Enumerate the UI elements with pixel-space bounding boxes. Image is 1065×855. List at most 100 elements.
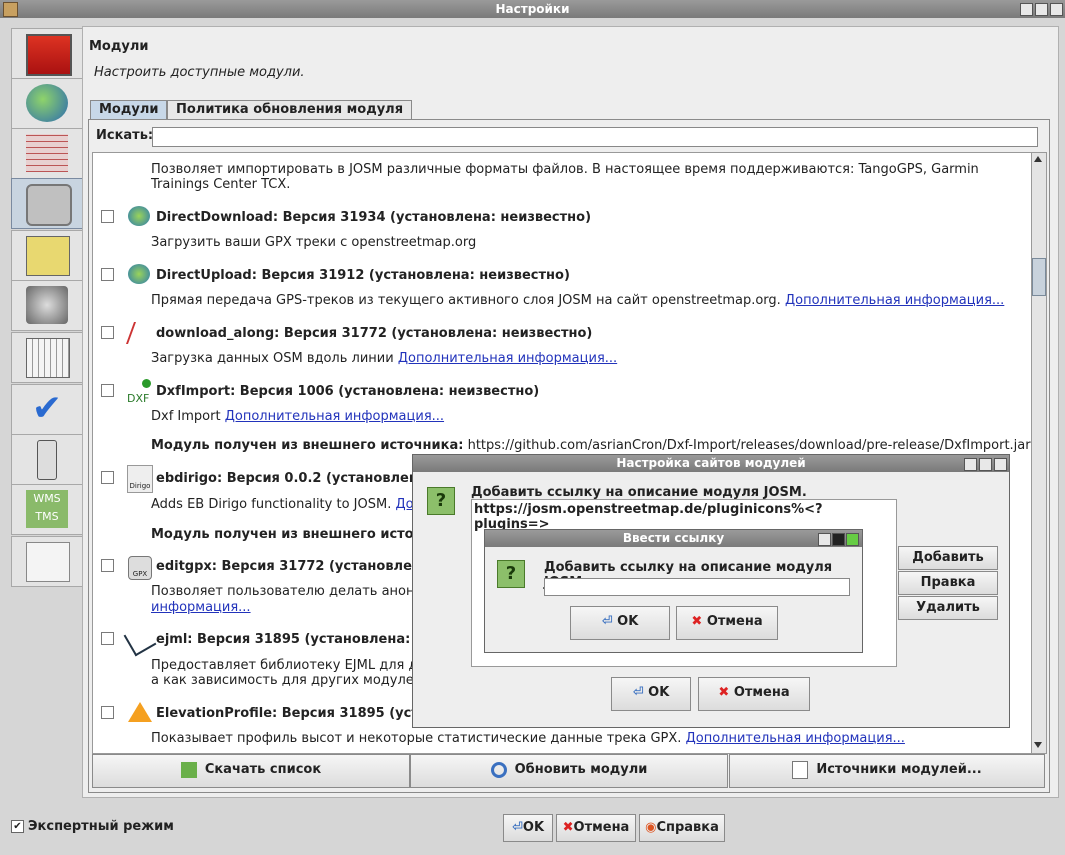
plugin-title-editgpx: editgpx: Версия 31772 (установле bbox=[156, 559, 412, 574]
plugin-title-elevationprofile: ElevationProfile: Версия 31895 (устан bbox=[156, 706, 437, 721]
help-label: Справка bbox=[656, 820, 719, 835]
link-dialog-minimize[interactable] bbox=[818, 533, 831, 546]
link-cancel-label: Отмена bbox=[706, 614, 763, 629]
plugin-checkbox-download-along[interactable] bbox=[101, 326, 114, 339]
tab-plugins[interactable]: Модули bbox=[90, 100, 168, 119]
directdownload-icon bbox=[128, 206, 150, 226]
more-info-link[interactable]: Дополнительная информация... bbox=[785, 293, 1004, 308]
expert-mode-label: Экспертный режим bbox=[28, 819, 174, 834]
plugin-intro-2: Trainings Center TCX. bbox=[151, 177, 291, 192]
plugin-sources-button[interactable]: Источники модулей... bbox=[729, 754, 1045, 788]
close-button[interactable] bbox=[1050, 3, 1063, 16]
sites-cancel-label: Отмена bbox=[733, 685, 790, 700]
sites-ok-button[interactable]: ⏎ OK bbox=[611, 677, 691, 711]
window-title: Настройки bbox=[495, 2, 570, 16]
link-ok-button[interactable]: ⏎ OK bbox=[570, 606, 670, 640]
plugin-checkbox-dxfimport[interactable] bbox=[101, 384, 114, 397]
sites-dialog-prompt: Добавить ссылку на описание модуля JOSM. bbox=[471, 485, 807, 500]
ok-button[interactable]: ⏎OK bbox=[503, 814, 553, 842]
plugin-desc-elevationprofile: Показывает профиль высот и некоторые ста… bbox=[151, 731, 905, 746]
plugin-desc-dxfimport: Dxf Import Дополнительная информация... bbox=[151, 409, 444, 424]
plugin-checkbox-directupload[interactable] bbox=[101, 268, 114, 281]
link-dialog-title: Ввести ссылку bbox=[622, 531, 725, 545]
download-list-button[interactable]: Скачать список bbox=[92, 754, 410, 788]
cancel-button[interactable]: ✖Отмена bbox=[556, 814, 636, 842]
scrollbar-thumb[interactable] bbox=[1032, 258, 1046, 296]
plugin-checkbox-editgpx[interactable] bbox=[101, 559, 114, 572]
window-titlebar: Настройки bbox=[0, 0, 1065, 18]
advanced-wrench-icon bbox=[26, 542, 70, 582]
scroll-down-arrow-icon[interactable] bbox=[1034, 742, 1042, 748]
sidebar-item-projection[interactable] bbox=[11, 128, 83, 179]
plugin-checkbox-ejml[interactable] bbox=[101, 632, 114, 645]
plugin-list-scrollbar[interactable] bbox=[1031, 152, 1047, 754]
remote-control-icon bbox=[37, 440, 57, 480]
page-subtitle: Настроить доступные модули. bbox=[94, 65, 305, 80]
minimize-button[interactable] bbox=[1020, 3, 1033, 16]
sources-icon bbox=[792, 760, 809, 779]
plugin-checkbox-elevationprofile[interactable] bbox=[101, 706, 114, 719]
audio-speaker-icon bbox=[26, 286, 68, 324]
enter-link-dialog: Ввести ссылку ? Добавить ссылку на описа… bbox=[484, 529, 863, 653]
help-lifebuoy-icon: ◉ bbox=[645, 820, 657, 835]
search-input[interactable] bbox=[152, 127, 1038, 147]
external-source-url: https://github.com/asrianCron/Dxf-Import… bbox=[467, 438, 1031, 453]
maximize-button[interactable] bbox=[1035, 3, 1048, 16]
sites-dialog-maximize[interactable] bbox=[979, 458, 992, 471]
delete-site-button[interactable]: Удалить bbox=[898, 596, 998, 620]
link-dialog-close[interactable] bbox=[846, 533, 859, 546]
sidebar-item-display[interactable] bbox=[11, 28, 83, 79]
keyboard-icon bbox=[26, 338, 70, 378]
wms-tms-icon: WMS TMS bbox=[26, 490, 68, 528]
sites-list-item[interactable]: https://josm.openstreetmap.de/pluginicon… bbox=[472, 500, 896, 532]
plugin-checkbox-directdownload[interactable] bbox=[101, 210, 114, 223]
scroll-up-arrow-icon[interactable] bbox=[1034, 156, 1042, 162]
grid-icon bbox=[26, 134, 68, 172]
question-icon: ? bbox=[427, 487, 455, 515]
more-info-link[interactable]: Дополнительная информация... bbox=[225, 409, 444, 424]
sites-cancel-button[interactable]: ✖ Отмена bbox=[698, 677, 810, 711]
sidebar-item-toolbar[interactable] bbox=[11, 230, 83, 281]
plugin-external-source: Модуль получен из внешнего источника: ht… bbox=[151, 438, 1031, 453]
plugin-intro: Позволяет импортировать в JOSM различные… bbox=[151, 162, 979, 177]
cancel-label: Отмена bbox=[573, 820, 630, 835]
ok-check-icon: ⏎ bbox=[601, 614, 618, 629]
sidebar-item-advanced[interactable] bbox=[11, 536, 83, 587]
plugin-title-ejml: ejml: Версия 31895 (установлена: не bbox=[156, 632, 433, 647]
dxf-dot-icon bbox=[142, 379, 151, 388]
help-button[interactable]: ◉Справка bbox=[639, 814, 725, 842]
sidebar-item-shortcuts[interactable] bbox=[11, 332, 83, 383]
plugin-title-dxfimport: DxfImport: Версия 1006 (установлена: неи… bbox=[156, 384, 540, 399]
link-cancel-button[interactable]: ✖ Отмена bbox=[676, 606, 778, 640]
sidebar-item-connection[interactable] bbox=[11, 78, 83, 129]
more-info-link[interactable]: информация... bbox=[151, 600, 251, 615]
sites-dialog-titlebar: Настройка сайтов модулей bbox=[413, 455, 1009, 472]
update-plugins-button[interactable]: Обновить модули bbox=[410, 754, 728, 788]
plugin-desc-text: Загрузка данных OSM вдоль линии bbox=[151, 351, 394, 366]
sidebar-item-remote[interactable] bbox=[11, 434, 83, 485]
plugin-desc-ejml: Предоставляет библиотеку EJML для д bbox=[151, 658, 418, 673]
sidebar-item-plugins[interactable] bbox=[11, 178, 83, 229]
link-url-input[interactable] bbox=[544, 578, 850, 596]
plugin-checkbox-ebdirigo[interactable] bbox=[101, 471, 114, 484]
plugin-desc-text: Dxf Import bbox=[151, 409, 221, 424]
more-info-link[interactable]: Дополнительная информация... bbox=[398, 351, 617, 366]
app-icon bbox=[3, 2, 18, 17]
sites-dialog-minimize[interactable] bbox=[964, 458, 977, 471]
sidebar-item-validator[interactable]: ✔ bbox=[11, 384, 83, 435]
sites-dialog-title: Настройка сайтов модулей bbox=[616, 456, 806, 470]
sidebar-item-audio[interactable] bbox=[11, 280, 83, 331]
tab-update-policy[interactable]: Политика обновления модуля bbox=[167, 100, 413, 119]
add-site-button[interactable]: Добавить bbox=[898, 546, 998, 570]
sites-dialog-close[interactable] bbox=[994, 458, 1007, 471]
expert-mode-checkbox[interactable]: ✔ bbox=[11, 820, 24, 833]
link-dialog-maximize[interactable] bbox=[832, 533, 845, 546]
plugin-title-ebdirigo: ebdirigo: Версия 0.0.2 (установлена: bbox=[156, 471, 432, 486]
edit-site-button[interactable]: Правка bbox=[898, 571, 998, 595]
cancel-icon: ✖ bbox=[718, 685, 734, 700]
more-info-link[interactable]: Дополнительная информация... bbox=[686, 731, 905, 746]
validator-check-icon: ✔ bbox=[31, 388, 63, 429]
cancel-icon: ✖ bbox=[691, 614, 707, 629]
refresh-icon bbox=[490, 761, 507, 778]
sidebar-item-imagery[interactable]: WMS TMS bbox=[11, 484, 83, 535]
